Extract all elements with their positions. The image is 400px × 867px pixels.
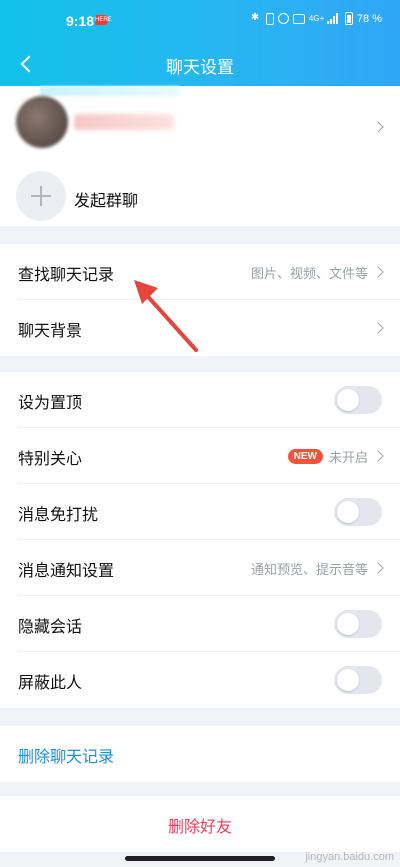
status-icons: 4G+ 78 % xyxy=(250,12,382,25)
chevron-right-icon xyxy=(372,322,384,334)
do-not-disturb-row: 消息免打扰 xyxy=(0,484,400,540)
page-title: 聊天设置 xyxy=(166,58,234,78)
row-label: 聊天背景 xyxy=(18,321,83,340)
nfc-icon xyxy=(292,13,305,24)
delete-friend-row[interactable]: 删除好友 xyxy=(0,796,400,852)
chevron-right-icon xyxy=(372,121,384,133)
special-care-row[interactable]: 特别关心 NEW 未开启 xyxy=(0,428,400,484)
do-not-disturb-toggle[interactable] xyxy=(334,498,382,526)
battery-level: 78 % xyxy=(356,12,382,25)
row-right xyxy=(334,596,382,652)
signal-icon xyxy=(326,13,341,24)
toggle-knob xyxy=(337,501,359,523)
profile-arrow[interactable] xyxy=(372,116,384,135)
row-label: 消息通知设置 xyxy=(18,561,115,580)
row-label: 特别关心 xyxy=(18,449,83,468)
profile-card: 发起群聊 xyxy=(0,86,400,226)
row-label: 查找聊天记录 xyxy=(18,265,115,284)
row-hint: 图片、视频、文件等 xyxy=(250,266,368,282)
row-label: 设为置顶 xyxy=(18,393,83,412)
row-label: 屏蔽此人 xyxy=(18,673,83,692)
blurred-nickname xyxy=(74,114,174,130)
new-badge: NEW xyxy=(287,448,323,464)
chevron-right-icon xyxy=(372,562,384,574)
pin-to-top-toggle[interactable] xyxy=(334,386,382,414)
row-right: NEW 未开启 xyxy=(287,428,384,484)
battery-icon xyxy=(344,12,353,25)
avatar[interactable] xyxy=(16,96,68,148)
row-right xyxy=(334,372,382,428)
hide-chat-row: 隐藏会话 xyxy=(0,596,400,652)
create-group-button[interactable] xyxy=(16,171,66,221)
toggle-knob xyxy=(337,669,359,691)
row-label: 消息免打扰 xyxy=(18,505,99,524)
row-right: 通知预览、提示音等 xyxy=(250,540,384,596)
block-user-row: 屏蔽此人 xyxy=(0,652,400,708)
annotation-arrow-icon xyxy=(134,280,198,352)
row-right xyxy=(334,484,382,540)
blurred-header-strip xyxy=(40,86,180,96)
alarm-icon xyxy=(277,13,289,24)
toggle-knob xyxy=(337,613,359,635)
row-label: 隐藏会话 xyxy=(18,617,83,636)
hide-chat-toggle[interactable] xyxy=(334,610,382,638)
create-group-label[interactable]: 发起群聊 xyxy=(74,187,138,211)
delete-chat-history-row[interactable]: 删除聊天记录 xyxy=(0,726,400,782)
network-type: 4G+ xyxy=(308,13,325,23)
status-time: 9:18 xyxy=(66,13,95,29)
row-hint: 未开启 xyxy=(328,450,368,466)
status-bar: 9:18 HERE 4G+ 78 % xyxy=(0,0,400,42)
vibrate-icon xyxy=(265,12,274,25)
bluetooth-icon xyxy=(250,12,262,25)
pin-to-top-row: 设为置顶 xyxy=(0,372,400,428)
watermark: jingyan.baidu.com xyxy=(305,851,394,863)
delete-friend-button[interactable]: 删除好友 xyxy=(0,813,400,837)
row-hint: 通知预览、提示音等 xyxy=(250,562,368,578)
toggle-knob xyxy=(337,389,359,411)
row-right: 图片、视频、文件等 xyxy=(250,244,384,300)
delete-chat-history-button[interactable]: 删除聊天记录 xyxy=(18,743,114,767)
app-notification-icon: HERE xyxy=(95,15,112,25)
row-right xyxy=(334,652,382,708)
nav-bar: 聊天设置 xyxy=(0,42,400,86)
row-right xyxy=(372,300,384,356)
home-indicator[interactable] xyxy=(125,856,275,861)
notification-settings-row[interactable]: 消息通知设置 通知预览、提示音等 xyxy=(0,540,400,596)
block-user-toggle[interactable] xyxy=(334,666,382,694)
chevron-right-icon xyxy=(372,266,384,278)
plus-icon xyxy=(31,186,51,206)
chevron-right-icon xyxy=(372,450,384,462)
